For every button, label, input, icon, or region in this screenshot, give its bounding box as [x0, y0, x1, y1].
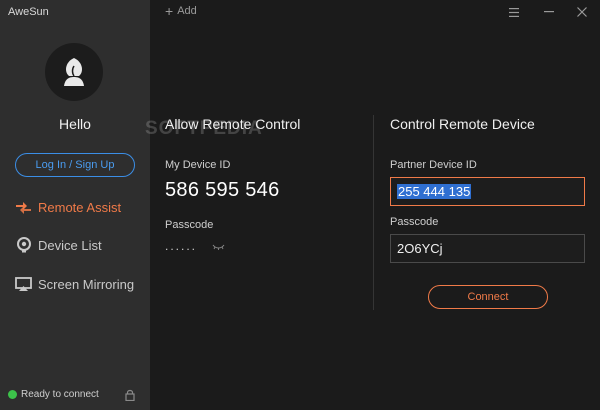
sidebar-item-label: Screen Mirroring: [38, 276, 135, 292]
sidebar-item-device-list[interactable]: Device List: [15, 234, 102, 256]
status-text: Ready to connect: [21, 389, 99, 400]
control-remote-device-title: Control Remote Device: [390, 116, 535, 132]
add-tab-label: Add: [177, 5, 197, 17]
minimize-icon: [544, 11, 554, 13]
remote-assist-icon: [15, 199, 32, 216]
control-passcode-label: Passcode: [390, 216, 439, 228]
allow-passcode-label: Passcode: [165, 219, 214, 231]
app-title: AweSun: [8, 6, 49, 18]
sidebar-item-screen-mirroring[interactable]: Screen Mirroring: [15, 273, 134, 295]
my-device-id-value: 586 595 546: [165, 179, 280, 201]
connect-button[interactable]: Connect: [428, 285, 548, 309]
sidebar: AweSun Hello Log In / Sign Up Remote Ass…: [0, 0, 150, 410]
section-divider: [373, 115, 374, 310]
menu-button[interactable]: [505, 3, 523, 21]
status-dot-icon: [8, 390, 17, 399]
login-signup-button[interactable]: Log In / Sign Up: [15, 153, 135, 177]
partner-device-id-input[interactable]: 255 444 135: [390, 177, 585, 206]
screen-mirroring-icon: [15, 276, 32, 293]
sidebar-item-remote-assist[interactable]: Remote Assist: [15, 196, 121, 218]
my-device-id-label: My Device ID: [165, 159, 231, 171]
partner-device-id-label: Partner Device ID: [390, 159, 477, 171]
avatar[interactable]: [45, 43, 103, 101]
partner-device-id-value: 255 444 135: [397, 184, 472, 199]
title-bar: + Add: [150, 0, 600, 24]
connection-status: Ready to connect: [8, 389, 99, 400]
sidebar-item-label: Device List: [38, 237, 102, 253]
user-icon: [64, 58, 84, 86]
hidden-eye-icon[interactable]: [212, 244, 225, 250]
sidebar-item-label: Remote Assist: [38, 199, 122, 215]
allow-passcode-value: ......: [165, 239, 198, 253]
control-passcode-input[interactable]: 2O6YCj: [390, 234, 585, 263]
close-button[interactable]: [573, 3, 591, 21]
menu-icon: [509, 7, 519, 17]
minimize-button[interactable]: [540, 3, 558, 21]
device-list-icon: [15, 237, 32, 254]
add-tab-button[interactable]: + Add: [165, 2, 197, 19]
control-passcode-value: 2O6YCj: [397, 241, 443, 256]
close-icon: [577, 7, 587, 17]
allow-remote-control-title: Allow Remote Control: [165, 116, 301, 132]
lock-icon[interactable]: [125, 389, 135, 401]
plus-icon: +: [165, 2, 174, 19]
greeting: Hello: [59, 116, 91, 132]
